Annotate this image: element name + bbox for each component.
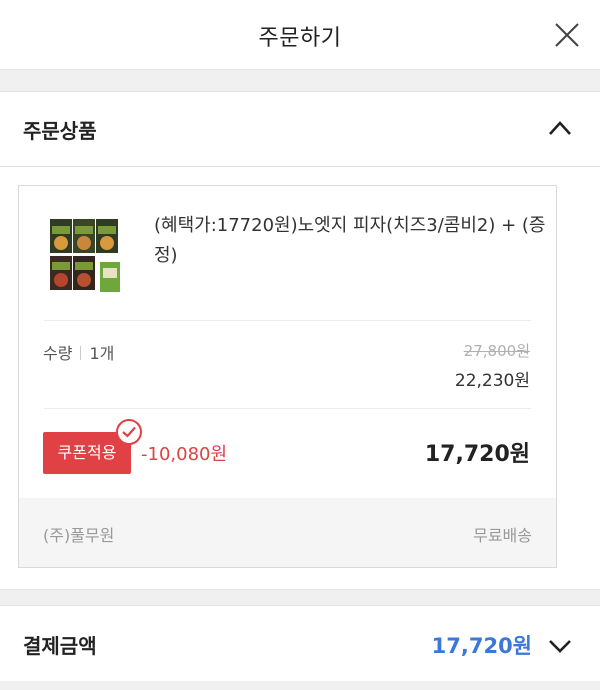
order-items-section: 주문상품 (혜택가:17720원)노엣지 피자(치즈3/콤비2) + (증정) … <box>0 91 600 590</box>
quantity-label: 수량 <box>43 344 73 363</box>
page-title: 주문하기 <box>258 26 342 51</box>
chevron-up-icon[interactable] <box>548 120 572 136</box>
order-items-header[interactable]: 주문상품 <box>0 92 600 167</box>
divider <box>44 320 531 321</box>
card-footer: (주)풀무원 무료배송 <box>19 498 556 567</box>
close-icon[interactable] <box>554 22 580 48</box>
product-name[interactable]: (혜택가:17720원)노엣지 피자(치즈3/콤비2) + (증정) <box>154 211 549 271</box>
payment-title: 결제금액 <box>23 634 97 658</box>
check-icon <box>116 419 142 445</box>
final-price: 17,720원 <box>424 442 530 467</box>
quantity-value: 1개 <box>89 344 115 363</box>
quantity-row: 수량 1개 <box>43 340 114 364</box>
coupon-discount: -10,080원 <box>141 444 228 465</box>
original-price: 27,800원 <box>463 342 530 360</box>
section-title: 주문상품 <box>23 119 97 143</box>
payment-amount: 17,720원 <box>431 634 532 658</box>
product-card: (혜택가:17720원)노엣지 피자(치즈3/콤비2) + (증정) 수량 1개 … <box>18 185 557 568</box>
payment-section[interactable]: 결제금액 17,720원 <box>0 605 600 681</box>
product-thumbnail <box>48 216 125 294</box>
seller-name: (주)풀무원 <box>43 526 115 545</box>
divider <box>44 408 531 409</box>
shipping-info: 무료배송 <box>473 526 532 545</box>
separator <box>80 346 82 360</box>
sale-price: 22,230원 <box>454 371 530 391</box>
chevron-down-icon[interactable] <box>548 638 572 654</box>
header-bar: 주문하기 <box>0 0 600 70</box>
